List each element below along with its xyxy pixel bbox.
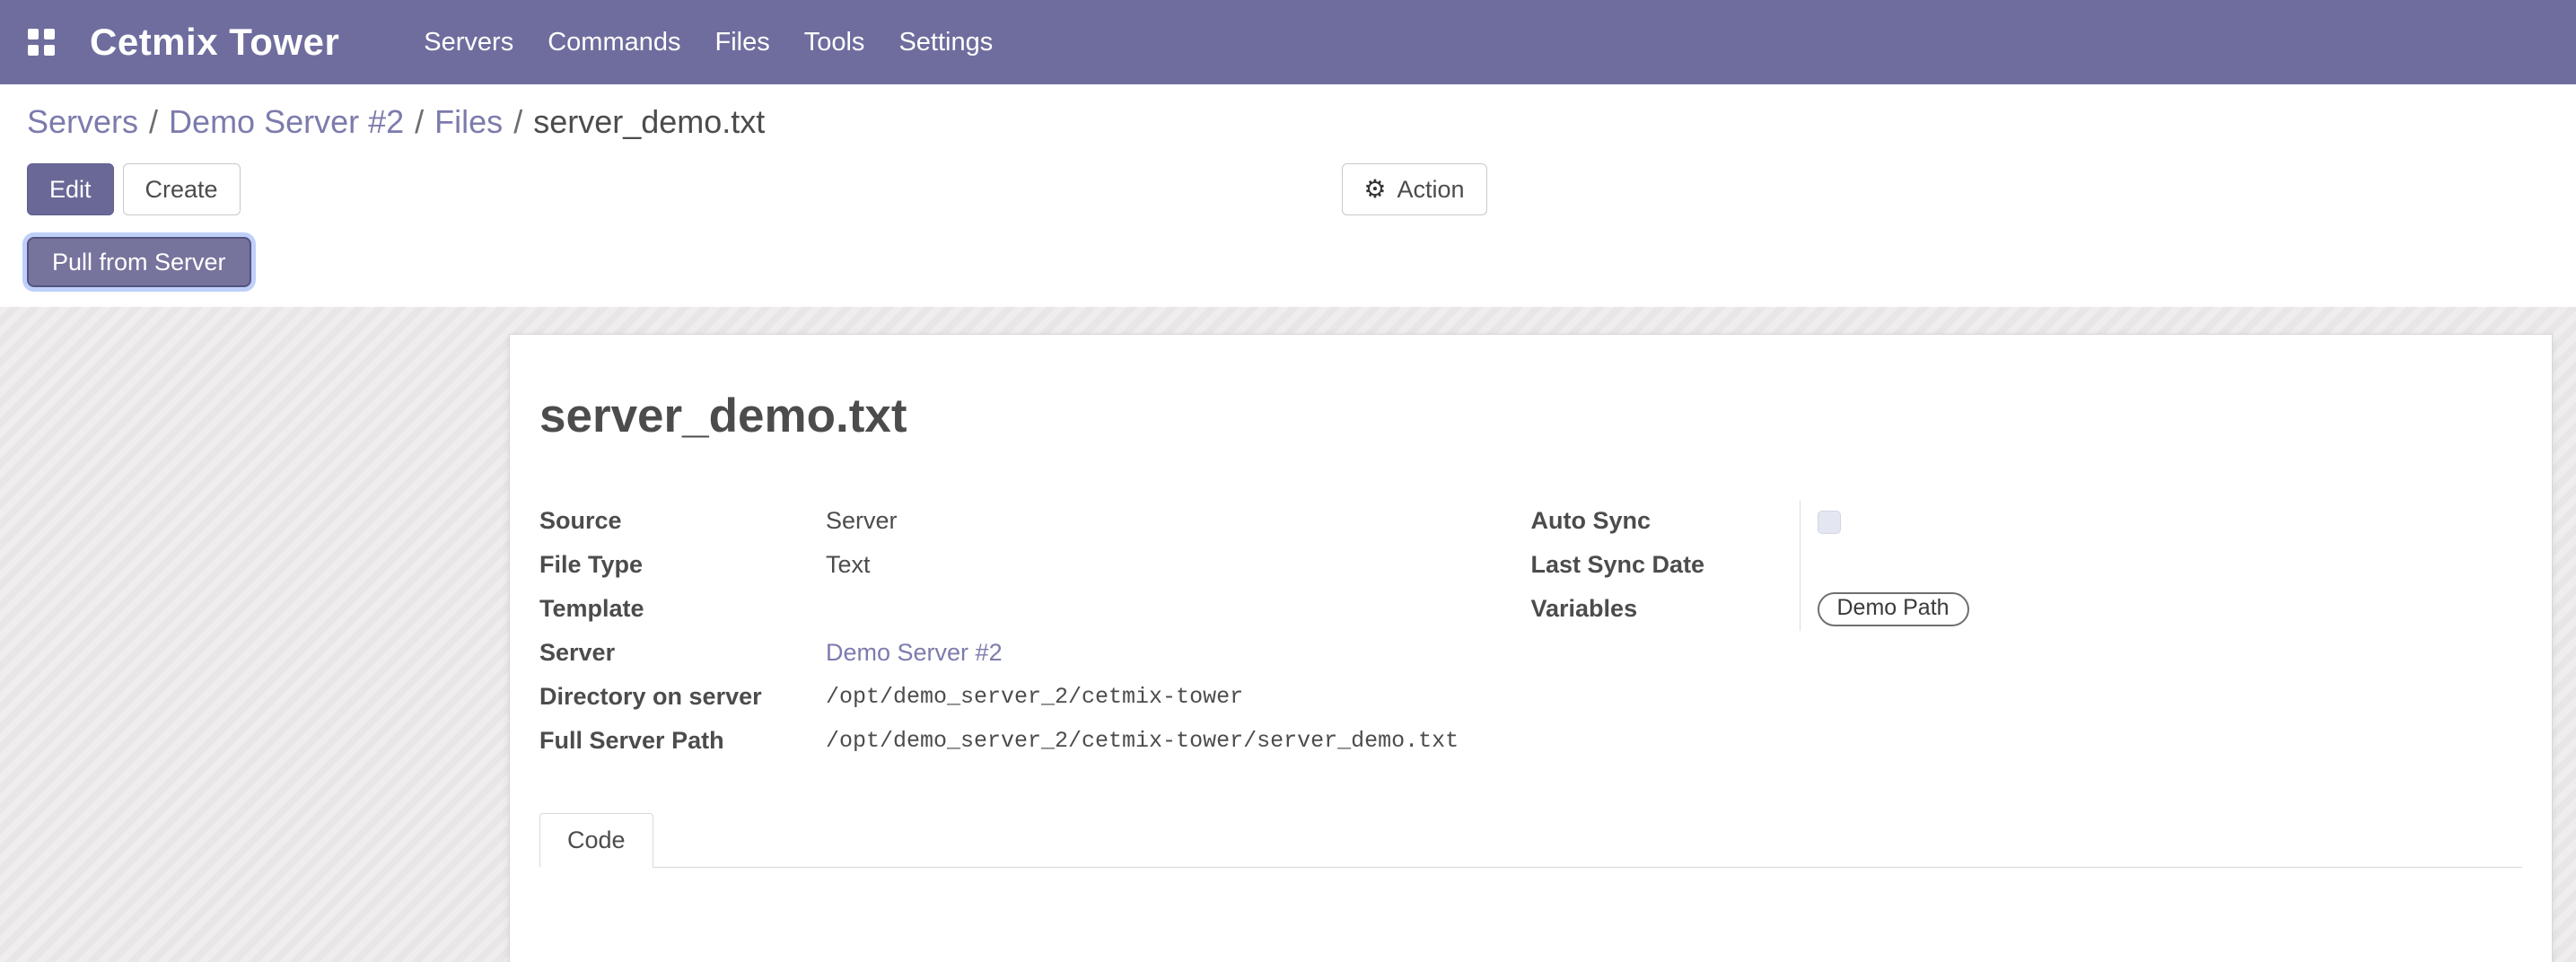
create-button[interactable]: Create — [123, 163, 241, 215]
apps-grid-square — [28, 29, 39, 39]
breadcrumb-link-servers[interactable]: Servers — [27, 103, 138, 140]
apps-grid-square — [44, 29, 55, 39]
field-label-full-path: Full Server Path — [539, 726, 826, 756]
content-background: server_demo.txt Source Server File Type … — [0, 307, 2576, 962]
object-buttons-row: Pull from Server — [27, 237, 2549, 293]
breadcrumb-separator: / — [138, 103, 169, 140]
field-directory-on-server: Directory on server /opt/demo_server_2/c… — [539, 675, 1531, 719]
field-label-template: Template — [539, 594, 826, 625]
notebook-tab-header: Code — [539, 813, 2522, 868]
field-value-variables: Demo Path — [1818, 592, 1969, 626]
field-label-directory: Directory on server — [539, 682, 826, 713]
field-value-auto-sync — [1818, 507, 1841, 535]
action-button-label: Action — [1398, 176, 1465, 204]
control-panel: Servers/Demo Server #2/Files/server_demo… — [0, 84, 2576, 307]
app-brand[interactable]: Cetmix Tower — [90, 21, 339, 64]
menu-item-commands[interactable]: Commands — [530, 0, 697, 84]
field-label-auto-sync: Auto Sync — [1531, 506, 1818, 537]
record-title: server_demo.txt — [539, 389, 2522, 443]
field-label-file-type: File Type — [539, 550, 826, 581]
field-server: Server Demo Server #2 — [539, 631, 1531, 675]
notebook: Code — [539, 813, 2522, 962]
tab-code[interactable]: Code — [539, 813, 653, 868]
apps-grid-square — [44, 45, 55, 56]
main-menu: Servers Commands Files Tools Settings — [407, 0, 1010, 84]
action-menu-button[interactable]: ⚙ Action — [1341, 163, 1486, 215]
edit-button[interactable]: Edit — [27, 163, 114, 215]
notebook-tab-content — [539, 868, 2522, 962]
control-buttons-row: Edit Create ⚙ Action — [27, 163, 2549, 215]
gear-icon: ⚙ — [1363, 177, 1386, 202]
field-last-sync-date: Last Sync Date — [1531, 543, 2523, 587]
field-auto-sync: Auto Sync — [1531, 499, 2523, 543]
field-value-server: Demo Server #2 — [826, 639, 1003, 667]
menu-item-servers[interactable]: Servers — [407, 0, 530, 84]
menu-item-settings[interactable]: Settings — [881, 0, 1010, 84]
breadcrumb: Servers/Demo Server #2/Files/server_demo… — [27, 102, 2549, 142]
breadcrumb-separator: / — [503, 103, 533, 140]
auto-sync-checkbox[interactable] — [1818, 511, 1841, 534]
breadcrumb-link-files[interactable]: Files — [434, 103, 503, 140]
breadcrumb-link-demo-server[interactable]: Demo Server #2 — [169, 103, 404, 140]
form-sheet: server_demo.txt Source Server File Type … — [509, 334, 2553, 962]
field-source: Source Server — [539, 499, 1531, 543]
menu-item-files[interactable]: Files — [698, 0, 787, 84]
top-navbar: Cetmix Tower Servers Commands Files Tool… — [0, 0, 2576, 84]
field-label-server: Server — [539, 638, 826, 669]
field-value-full-path: /opt/demo_server_2/cetmix-tower/server_d… — [826, 728, 1459, 754]
field-value-file-type: Text — [826, 551, 871, 579]
field-variables: Variables Demo Path — [1531, 587, 2523, 631]
fields-right-column: Auto Sync Last Sync Date Variables Demo … — [1531, 499, 2523, 763]
field-value-source: Server — [826, 507, 898, 535]
variable-tag-demo-path: Demo Path — [1818, 592, 1969, 626]
field-label-source: Source — [539, 506, 826, 537]
server-record-link[interactable]: Demo Server #2 — [826, 639, 1003, 666]
form-fields: Source Server File Type Text Template Se… — [539, 499, 2522, 763]
field-file-type: File Type Text — [539, 543, 1531, 587]
menu-item-tools[interactable]: Tools — [787, 0, 882, 84]
breadcrumb-current: server_demo.txt — [533, 103, 765, 140]
apps-grid-icon[interactable] — [27, 28, 56, 57]
pull-from-server-button[interactable]: Pull from Server — [27, 237, 251, 287]
field-label-variables: Variables — [1531, 594, 1818, 625]
breadcrumb-separator: / — [404, 103, 434, 140]
field-template: Template — [539, 587, 1531, 631]
field-full-server-path: Full Server Path /opt/demo_server_2/cetm… — [539, 719, 1531, 763]
fields-left-column: Source Server File Type Text Template Se… — [539, 499, 1531, 763]
apps-grid-square — [28, 45, 39, 56]
field-value-directory: /opt/demo_server_2/cetmix-tower — [826, 684, 1243, 710]
field-label-last-sync-date: Last Sync Date — [1531, 550, 1818, 581]
